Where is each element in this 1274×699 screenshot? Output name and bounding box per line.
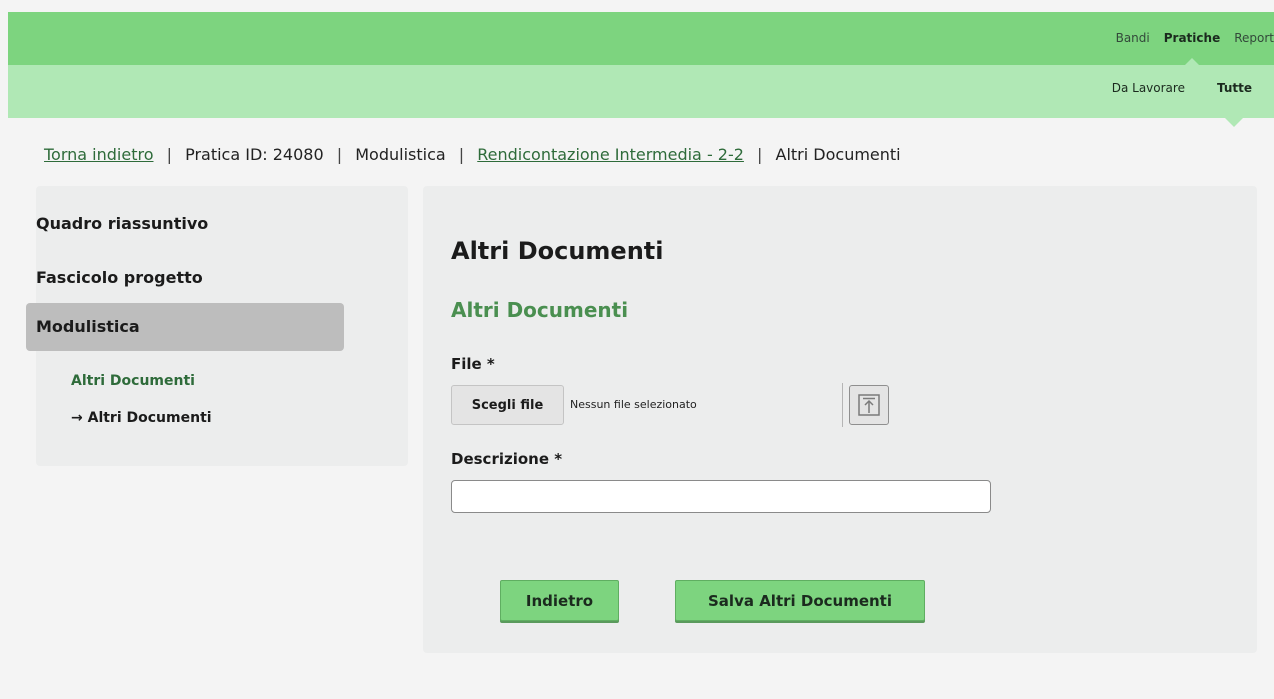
sub-nav: Da Lavorare Tutte bbox=[1112, 81, 1252, 127]
file-label: File * bbox=[451, 355, 495, 373]
subnav-item-da-lavorare[interactable]: Da Lavorare bbox=[1112, 81, 1185, 95]
breadcrumb-separator: | bbox=[166, 145, 172, 164]
breadcrumb-current: Altri Documenti bbox=[775, 145, 901, 164]
upload-divider bbox=[842, 383, 843, 427]
breadcrumb: Torna indietro | Pratica ID: 24080 | Mod… bbox=[44, 145, 901, 164]
top-header-bar: Bandi Pratiche Report bbox=[8, 12, 1274, 67]
breadcrumb-rendicontazione-link[interactable]: Rendicontazione Intermedia - 2-2 bbox=[477, 145, 744, 164]
save-altri-documenti-button[interactable]: Salva Altri Documenti bbox=[675, 580, 925, 621]
subnav-item-tutte[interactable]: Tutte bbox=[1217, 81, 1252, 127]
upload-button[interactable] bbox=[849, 385, 889, 425]
breadcrumb-separator: | bbox=[336, 145, 343, 164]
file-status-text: Nessun file selezionato bbox=[570, 398, 697, 411]
arrow-right-icon: → bbox=[71, 410, 83, 426]
breadcrumb-back-link[interactable]: Torna indietro bbox=[44, 145, 154, 164]
sidebar-section-title: Altri Documenti bbox=[71, 373, 195, 389]
sub-header-bar: Da Lavorare Tutte bbox=[8, 65, 1274, 127]
page-title: Altri Documenti bbox=[451, 237, 664, 265]
topnav-item-report[interactable]: Report bbox=[1234, 31, 1274, 45]
sidebar-item-fascicolo-progetto[interactable]: Fascicolo progetto bbox=[26, 254, 344, 302]
breadcrumb-separator: | bbox=[458, 145, 465, 164]
breadcrumb-separator: | bbox=[757, 145, 763, 164]
sidebar-sub-item-label: Altri Documenti bbox=[87, 410, 212, 426]
breadcrumb-modulistica: Modulistica bbox=[355, 145, 446, 164]
top-nav: Bandi Pratiche Report bbox=[1116, 31, 1274, 67]
topnav-item-pratiche[interactable]: Pratiche bbox=[1164, 31, 1220, 67]
sidebar-item-quadro-riassuntivo[interactable]: Quadro riassuntivo bbox=[26, 200, 344, 248]
breadcrumb-pratica-id: Pratica ID: 24080 bbox=[185, 145, 324, 164]
back-button[interactable]: Indietro bbox=[500, 580, 619, 621]
description-label: Descrizione * bbox=[451, 450, 563, 468]
description-input[interactable] bbox=[451, 480, 991, 513]
sidebar-item-modulistica[interactable]: Modulistica bbox=[26, 303, 344, 351]
sidebar-sub-item-altri-documenti[interactable]: → Altri Documenti bbox=[71, 410, 212, 426]
section-title: Altri Documenti bbox=[451, 298, 629, 322]
upload-icon bbox=[858, 394, 880, 416]
topnav-item-bandi[interactable]: Bandi bbox=[1116, 31, 1150, 45]
choose-file-button[interactable]: Scegli file bbox=[451, 385, 564, 425]
